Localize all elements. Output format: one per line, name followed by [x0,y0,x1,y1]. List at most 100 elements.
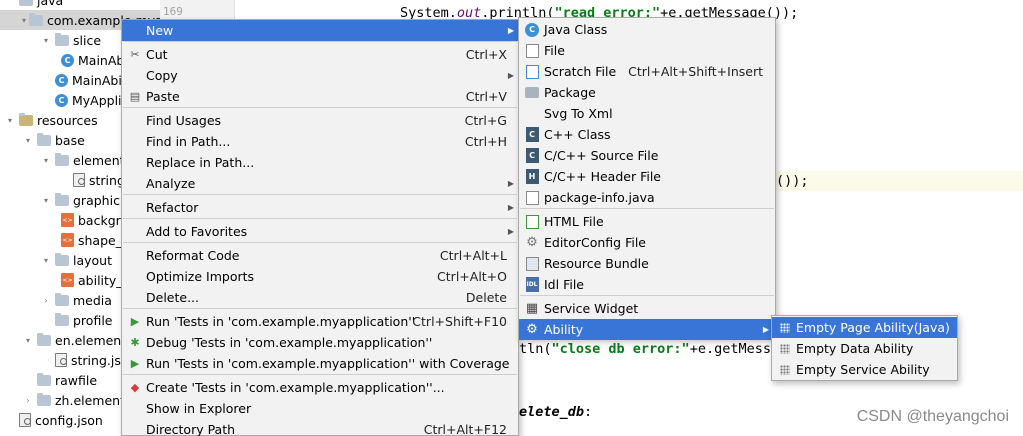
shortcut-hint: Ctrl+G [464,113,507,128]
ability-item-empty-service-ability[interactable]: Empty Service Ability [772,359,957,380]
menu-item-label: Idl File [544,277,584,292]
expand-arrow-icon[interactable]: › [22,394,34,406]
tree-item[interactable]: java [0,0,160,10]
menu-item-find-in-path[interactable]: Find in Path... Ctrl+H [122,131,518,152]
menu-item-delete[interactable]: Delete... Delete [122,287,518,308]
menu-item-label: Scratch File [544,64,617,79]
shortcut-hint: Delete [465,290,507,305]
menu-item-add-to-favorites[interactable]: Add to Favorites ▶ [122,221,518,242]
expand-arrow-icon[interactable]: › [40,294,52,306]
java-class-icon: C [525,22,539,37]
expand-arrow-icon[interactable]: ▾ [22,134,34,146]
ability-item-empty-page-ability-java[interactable]: Empty Page Ability(Java) [772,317,957,338]
new-item-scratch-file[interactable]: Scratch File Ctrl+Alt+Shift+Insert [519,61,775,82]
shortcut-hint: Ctrl+Alt+F12 [423,422,507,436]
new-item-c-class[interactable]: C C++ Class [519,124,775,145]
img-icon: <> [61,213,74,227]
shortcut-hint: Ctrl+Alt+Shift+Insert [628,64,763,79]
menu-item-label: Empty Service Ability [796,362,930,377]
menu-item-copy[interactable]: Copy ▶ [122,65,518,86]
new-item-idl-file[interactable]: IDL Idl File [519,274,775,295]
menu-item-label: Refactor [146,200,199,215]
menu-separator [123,242,517,243]
ability-submenu: Empty Page Ability(Java) Empty Data Abili… [771,315,958,381]
grid-icon [780,364,790,375]
tree-item-label: base [55,132,85,148]
menu-item-label: Reformat Code [146,248,240,263]
folder-icon [37,372,51,386]
json-icon [73,173,85,187]
resource-bundle-icon [525,256,539,271]
menu-item-show-in-explorer[interactable]: Show in Explorer [122,398,518,419]
menu-item-paste[interactable]: ▤ Paste Ctrl+V [122,86,518,107]
menu-item-debug-tests-in-com-example-myapplication[interactable]: ✱ Debug 'Tests in 'com.example.myapplicat… [122,332,518,353]
new-item-package-info-java[interactable]: package-info.java [519,187,775,208]
new-item-resource-bundle[interactable]: Resource Bundle [519,253,775,274]
menu-item-label: Ability [544,322,584,337]
menu-item-run-tests-in-com-example-myapplication-with-coverage[interactable]: ▶ Run 'Tests in 'com.example.myapplicatio… [122,353,518,374]
menu-item-label: Cut [146,47,168,62]
menu-item-label: C/C++ Header File [544,169,661,184]
new-item-package[interactable]: Package [519,82,775,103]
menu-item-run-tests-in-com-example-myapplication[interactable]: ▶ Run 'Tests in 'com.example.myapplicatio… [122,311,518,332]
menu-item-label: Run 'Tests in 'com.example.myapplication… [146,356,510,371]
file-icon [525,190,539,205]
menu-item-new[interactable]: New ▶ [122,20,518,41]
shortcut-hint: Ctrl+Shift+F10 [412,314,507,329]
cpp-class-icon: C [525,127,539,142]
menu-item-refactor[interactable]: Refactor ▶ [122,197,518,218]
idl-file-icon: IDL [525,277,539,292]
folder-icon [55,192,69,206]
expand-arrow-icon[interactable]: ▾ [22,14,26,26]
new-item-file[interactable]: File [519,40,775,61]
tree-item-label: zh.element [55,392,126,408]
new-item-c-c-source-file[interactable]: C C/C++ Source File [519,145,775,166]
code-line-delete-db[interactable]: elete_db: [519,404,592,420]
menu-item-optimize-imports[interactable]: Optimize Imports Ctrl+Alt+O [122,266,518,287]
gear-icon: ⚙ [526,235,538,250]
expand-arrow-icon[interactable]: ▾ [22,334,34,346]
ability-template-icon [777,320,793,336]
menu-item-reformat-code[interactable]: Reformat Code Ctrl+Alt+L [122,245,518,266]
menu-item-label: Optimize Imports [146,269,255,284]
scratch-file-icon [525,64,539,79]
context-menu: New ▶ ✂ Cut Ctrl+X Copy ▶ ▤ Paste Ctrl+V Find Usag… [121,19,519,436]
ability-item-empty-data-ability[interactable]: Empty Data Ability [772,338,957,359]
new-item-java-class[interactable]: C Java Class [519,19,775,40]
code-line-close-db[interactable]: tln("close db error:"+e.getMessa [519,341,779,357]
watermark: CSDN @theyangchoi [856,408,1009,425]
icon-slot: C [524,22,540,38]
service-widget-icon: ▦ [525,301,539,316]
new-item-html-file[interactable]: HTML File [519,211,775,232]
expand-arrow-icon[interactable]: ▾ [40,194,52,206]
menu-item-label: package-info.java [544,190,655,205]
new-item-editorconfig-file[interactable]: ⚙ EditorConfig File [519,232,775,253]
new-item-ability[interactable]: ⚙ Ability ▶ [519,319,775,340]
menu-item-cut[interactable]: ✂ Cut Ctrl+X [122,44,518,65]
folder-icon [37,132,51,146]
menu-item-analyze[interactable]: Analyze ▶ [122,173,518,194]
folder-icon [55,292,69,306]
menu-separator [123,107,517,108]
menu-item-replace-in-path[interactable]: Replace in Path... [122,152,518,173]
json-icon [55,353,67,367]
menu-item-directory-path[interactable]: Directory Path Ctrl+Alt+F12 [122,419,518,436]
expand-arrow-icon[interactable]: ▾ [40,34,52,46]
menu-item-label: Find in Path... [146,134,231,149]
code-line-fragment[interactable]: ()); [776,173,809,189]
menu-item-find-usages[interactable]: Find Usages Ctrl+G [122,110,518,131]
tree-item-label: layout [73,252,113,268]
icon-slot [524,64,540,80]
package-icon [525,87,539,98]
new-item-service-widget[interactable]: ▦ Service Widget [519,298,775,319]
new-item-svg-to-xml[interactable]: Svg To Xml [519,103,775,124]
expand-arrow-icon[interactable]: ▾ [40,254,52,266]
icon-slot: ⚙ [524,235,540,251]
menu-item-label: Analyze [146,176,196,191]
expand-arrow-icon[interactable]: ▾ [4,114,16,126]
menu-item-create-tests-in-com-example-myapplication[interactable]: ◆ Create 'Tests in 'com.example.myapplica… [122,377,518,398]
expand-arrow-icon[interactable]: ▾ [40,154,52,166]
new-item-c-c-header-file[interactable]: H C/C++ Header File [519,166,775,187]
